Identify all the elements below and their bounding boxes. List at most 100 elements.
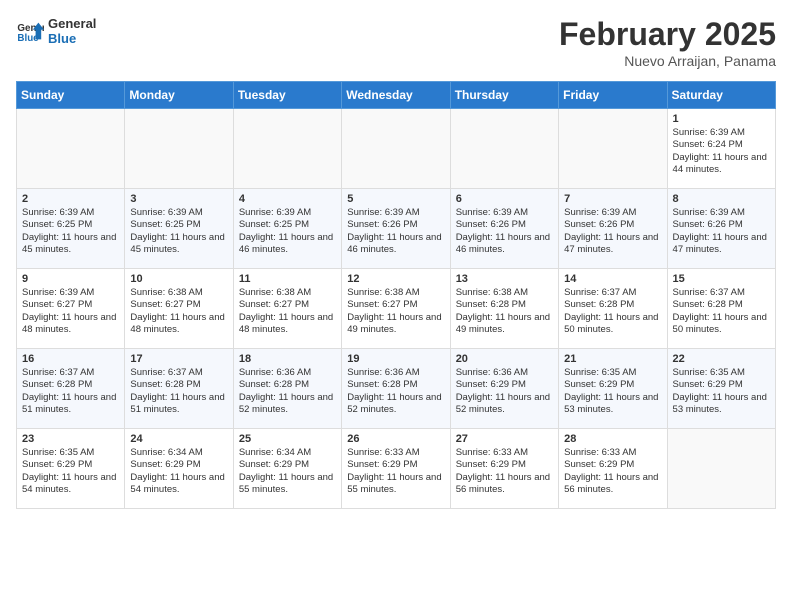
cell-info: Daylight: 11 hours and 53 minutes. [673, 392, 770, 417]
week-row-5: 23Sunrise: 6:35 AMSunset: 6:29 PMDayligh… [17, 429, 776, 509]
logo: General Blue General Blue [16, 16, 96, 46]
cell-info: Sunset: 6:26 PM [456, 219, 553, 231]
cell-info: Sunset: 6:24 PM [673, 139, 770, 151]
cell-info: Sunset: 6:29 PM [347, 459, 444, 471]
cell-info: Daylight: 11 hours and 54 minutes. [130, 472, 227, 497]
day-number: 5 [347, 193, 444, 205]
calendar-cell: 24Sunrise: 6:34 AMSunset: 6:29 PMDayligh… [125, 429, 233, 509]
cell-info: Sunset: 6:29 PM [456, 379, 553, 391]
day-number: 7 [564, 193, 661, 205]
calendar-subtitle: Nuevo Arraijan, Panama [559, 53, 776, 69]
calendar-cell: 15Sunrise: 6:37 AMSunset: 6:28 PMDayligh… [667, 269, 775, 349]
cell-info: Daylight: 11 hours and 51 minutes. [130, 392, 227, 417]
day-number: 21 [564, 353, 661, 365]
header-day-friday: Friday [559, 82, 667, 109]
calendar-cell: 23Sunrise: 6:35 AMSunset: 6:29 PMDayligh… [17, 429, 125, 509]
calendar-cell: 6Sunrise: 6:39 AMSunset: 6:26 PMDaylight… [450, 189, 558, 269]
day-number: 20 [456, 353, 553, 365]
cell-info: Sunrise: 6:33 AM [564, 447, 661, 459]
day-number: 18 [239, 353, 336, 365]
cell-info: Sunset: 6:29 PM [22, 459, 119, 471]
day-number: 6 [456, 193, 553, 205]
cell-info: Sunset: 6:29 PM [564, 379, 661, 391]
cell-info: Sunset: 6:29 PM [564, 459, 661, 471]
day-number: 27 [456, 433, 553, 445]
calendar-cell: 21Sunrise: 6:35 AMSunset: 6:29 PMDayligh… [559, 349, 667, 429]
week-row-1: 1Sunrise: 6:39 AMSunset: 6:24 PMDaylight… [17, 109, 776, 189]
cell-info: Sunrise: 6:38 AM [456, 287, 553, 299]
cell-info: Sunset: 6:29 PM [673, 379, 770, 391]
header-day-thursday: Thursday [450, 82, 558, 109]
calendar-cell: 19Sunrise: 6:36 AMSunset: 6:28 PMDayligh… [342, 349, 450, 429]
cell-info: Sunset: 6:28 PM [347, 379, 444, 391]
cell-info: Daylight: 11 hours and 52 minutes. [456, 392, 553, 417]
cell-info: Daylight: 11 hours and 48 minutes. [130, 312, 227, 337]
cell-info: Sunset: 6:26 PM [673, 219, 770, 231]
cell-info: Daylight: 11 hours and 46 minutes. [456, 232, 553, 257]
calendar-cell [342, 109, 450, 189]
cell-info: Daylight: 11 hours and 50 minutes. [564, 312, 661, 337]
calendar-cell [667, 429, 775, 509]
cell-info: Daylight: 11 hours and 52 minutes. [239, 392, 336, 417]
calendar-cell [233, 109, 341, 189]
cell-info: Daylight: 11 hours and 45 minutes. [22, 232, 119, 257]
cell-info: Sunrise: 6:33 AM [347, 447, 444, 459]
title-area: February 2025 Nuevo Arraijan, Panama [559, 16, 776, 69]
cell-info: Sunset: 6:28 PM [564, 299, 661, 311]
header-day-saturday: Saturday [667, 82, 775, 109]
cell-info: Sunset: 6:29 PM [130, 459, 227, 471]
cell-info: Sunset: 6:29 PM [456, 459, 553, 471]
cell-info: Sunset: 6:29 PM [239, 459, 336, 471]
header-day-sunday: Sunday [17, 82, 125, 109]
cell-info: Sunrise: 6:39 AM [22, 287, 119, 299]
cell-info: Daylight: 11 hours and 55 minutes. [347, 472, 444, 497]
cell-info: Sunset: 6:28 PM [673, 299, 770, 311]
cell-info: Sunrise: 6:39 AM [239, 207, 336, 219]
calendar-cell: 18Sunrise: 6:36 AMSunset: 6:28 PMDayligh… [233, 349, 341, 429]
cell-info: Sunrise: 6:38 AM [239, 287, 336, 299]
cell-info: Sunset: 6:26 PM [564, 219, 661, 231]
cell-info: Sunrise: 6:39 AM [22, 207, 119, 219]
cell-info: Daylight: 11 hours and 49 minutes. [347, 312, 444, 337]
cell-info: Sunset: 6:28 PM [456, 299, 553, 311]
day-number: 17 [130, 353, 227, 365]
cell-info: Sunset: 6:28 PM [22, 379, 119, 391]
cell-info: Sunset: 6:25 PM [130, 219, 227, 231]
cell-info: Sunset: 6:27 PM [239, 299, 336, 311]
calendar-cell: 3Sunrise: 6:39 AMSunset: 6:25 PMDaylight… [125, 189, 233, 269]
header-day-wednesday: Wednesday [342, 82, 450, 109]
calendar-cell: 28Sunrise: 6:33 AMSunset: 6:29 PMDayligh… [559, 429, 667, 509]
day-number: 13 [456, 273, 553, 285]
calendar-cell: 9Sunrise: 6:39 AMSunset: 6:27 PMDaylight… [17, 269, 125, 349]
week-row-2: 2Sunrise: 6:39 AMSunset: 6:25 PMDaylight… [17, 189, 776, 269]
cell-info: Daylight: 11 hours and 45 minutes. [130, 232, 227, 257]
calendar-cell: 12Sunrise: 6:38 AMSunset: 6:27 PMDayligh… [342, 269, 450, 349]
calendar-cell [17, 109, 125, 189]
calendar-cell: 13Sunrise: 6:38 AMSunset: 6:28 PMDayligh… [450, 269, 558, 349]
cell-info: Daylight: 11 hours and 56 minutes. [456, 472, 553, 497]
calendar-cell: 1Sunrise: 6:39 AMSunset: 6:24 PMDaylight… [667, 109, 775, 189]
cell-info: Daylight: 11 hours and 47 minutes. [564, 232, 661, 257]
calendar-cell: 20Sunrise: 6:36 AMSunset: 6:29 PMDayligh… [450, 349, 558, 429]
header-day-tuesday: Tuesday [233, 82, 341, 109]
cell-info: Daylight: 11 hours and 51 minutes. [22, 392, 119, 417]
cell-info: Sunrise: 6:33 AM [456, 447, 553, 459]
cell-info: Daylight: 11 hours and 47 minutes. [673, 232, 770, 257]
calendar-cell: 5Sunrise: 6:39 AMSunset: 6:26 PMDaylight… [342, 189, 450, 269]
cell-info: Sunset: 6:27 PM [347, 299, 444, 311]
day-number: 4 [239, 193, 336, 205]
cell-info: Sunrise: 6:37 AM [130, 367, 227, 379]
week-row-4: 16Sunrise: 6:37 AMSunset: 6:28 PMDayligh… [17, 349, 776, 429]
cell-info: Sunrise: 6:37 AM [564, 287, 661, 299]
day-number: 28 [564, 433, 661, 445]
day-number: 2 [22, 193, 119, 205]
header: General Blue General Blue February 2025 … [16, 16, 776, 69]
cell-info: Daylight: 11 hours and 52 minutes. [347, 392, 444, 417]
week-row-3: 9Sunrise: 6:39 AMSunset: 6:27 PMDaylight… [17, 269, 776, 349]
cell-info: Sunset: 6:26 PM [347, 219, 444, 231]
cell-info: Sunrise: 6:35 AM [564, 367, 661, 379]
header-row: SundayMondayTuesdayWednesdayThursdayFrid… [17, 82, 776, 109]
header-day-monday: Monday [125, 82, 233, 109]
cell-info: Sunrise: 6:35 AM [22, 447, 119, 459]
calendar-cell [125, 109, 233, 189]
